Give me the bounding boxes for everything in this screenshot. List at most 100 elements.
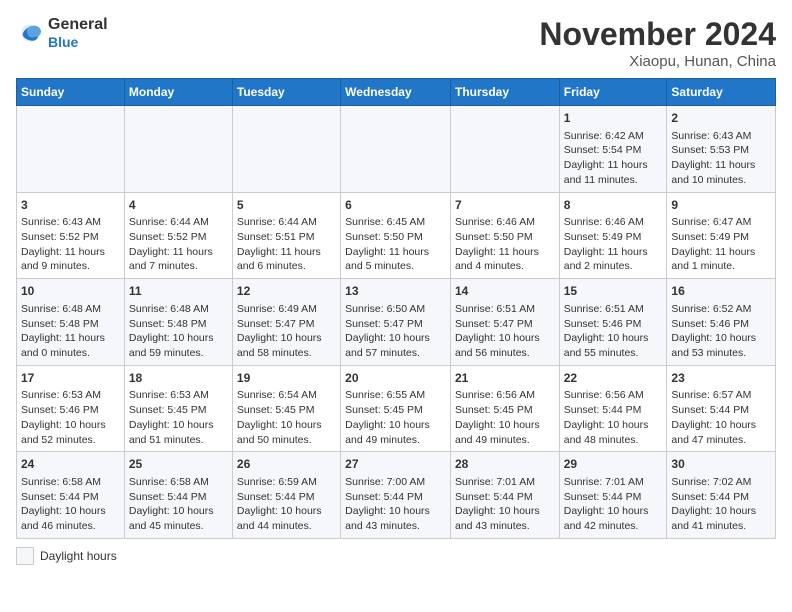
day-number: 21 bbox=[455, 370, 555, 387]
day-info: Sunrise: 6:45 AM Sunset: 5:50 PM Dayligh… bbox=[345, 215, 446, 274]
calendar-cell: 4Sunrise: 6:44 AM Sunset: 5:52 PM Daylig… bbox=[124, 192, 232, 279]
title-block: November 2024 Xiaopu, Hunan, China bbox=[539, 16, 776, 70]
day-info: Sunrise: 6:47 AM Sunset: 5:49 PM Dayligh… bbox=[671, 215, 771, 274]
calendar-cell: 6Sunrise: 6:45 AM Sunset: 5:50 PM Daylig… bbox=[341, 192, 451, 279]
day-number: 22 bbox=[564, 370, 663, 387]
calendar-cell: 21Sunrise: 6:56 AM Sunset: 5:45 PM Dayli… bbox=[450, 365, 559, 452]
calendar-cell: 28 Sunrise: 7:01 AM Sunset: 5:44 PM Dayli… bbox=[450, 452, 559, 539]
logo: General Blue bbox=[16, 16, 108, 50]
calendar-cell bbox=[124, 106, 232, 193]
day-number: 5 bbox=[237, 197, 336, 214]
day-info: Sunrise: 6:56 AM Sunset: 5:44 PM Dayligh… bbox=[564, 388, 663, 447]
calendar-cell: 19Sunrise: 6:54 AM Sunset: 5:45 PM Dayli… bbox=[232, 365, 340, 452]
calendar-cell: 23Sunrise: 6:57 AM Sunset: 5:44 PM Dayli… bbox=[667, 365, 776, 452]
calendar-cell: 12Sunrise: 6:49 AM Sunset: 5:47 PM Dayli… bbox=[232, 279, 340, 366]
day-number: 20 bbox=[345, 370, 446, 387]
day-number: 7 bbox=[455, 197, 555, 214]
calendar-cell: 27 Sunrise: 7:00 AM Sunset: 5:44 PM Dayli… bbox=[341, 452, 451, 539]
day-number: 28 bbox=[455, 456, 555, 473]
day-info: Sunrise: 7:02 AM Sunset: 5:44 PM Dayligh… bbox=[671, 475, 771, 534]
day-info: Sunrise: 7:00 AM Sunset: 5:44 PM Dayligh… bbox=[345, 475, 446, 534]
page-header: General Blue November 2024 Xiaopu, Hunan… bbox=[16, 16, 776, 70]
day-number: 30 bbox=[671, 456, 771, 473]
calendar-cell: 2 Sunrise: 6:43 AM Sunset: 5:53 PM Daylig… bbox=[667, 106, 776, 193]
legend: Daylight hours bbox=[16, 547, 776, 565]
day-number: 29 bbox=[564, 456, 663, 473]
calendar-cell: 9Sunrise: 6:47 AM Sunset: 5:49 PM Daylig… bbox=[667, 192, 776, 279]
page-subtitle: Xiaopu, Hunan, China bbox=[539, 53, 776, 70]
day-info: Sunrise: 6:48 AM Sunset: 5:48 PM Dayligh… bbox=[21, 302, 120, 361]
column-header-wednesday: Wednesday bbox=[341, 79, 451, 106]
calendar-cell: 17Sunrise: 6:53 AM Sunset: 5:46 PM Dayli… bbox=[17, 365, 125, 452]
column-header-tuesday: Tuesday bbox=[232, 79, 340, 106]
day-info: Sunrise: 6:50 AM Sunset: 5:47 PM Dayligh… bbox=[345, 302, 446, 361]
day-number: 11 bbox=[129, 283, 228, 300]
day-number: 3 bbox=[21, 197, 120, 214]
day-info: Sunrise: 6:42 AM Sunset: 5:54 PM Dayligh… bbox=[564, 129, 663, 188]
day-number: 16 bbox=[671, 283, 771, 300]
column-header-sunday: Sunday bbox=[17, 79, 125, 106]
day-info: Sunrise: 6:58 AM Sunset: 5:44 PM Dayligh… bbox=[21, 475, 120, 534]
day-info: Sunrise: 6:55 AM Sunset: 5:45 PM Dayligh… bbox=[345, 388, 446, 447]
day-info: Sunrise: 6:51 AM Sunset: 5:47 PM Dayligh… bbox=[455, 302, 555, 361]
day-info: Sunrise: 6:56 AM Sunset: 5:45 PM Dayligh… bbox=[455, 388, 555, 447]
day-number: 4 bbox=[129, 197, 228, 214]
day-info: Sunrise: 6:43 AM Sunset: 5:53 PM Dayligh… bbox=[671, 129, 771, 188]
legend-box bbox=[16, 547, 34, 565]
calendar-week-1: 1Sunrise: 6:42 AM Sunset: 5:54 PM Daylig… bbox=[17, 106, 776, 193]
logo-icon bbox=[16, 19, 44, 47]
day-info: Sunrise: 6:46 AM Sunset: 5:50 PM Dayligh… bbox=[455, 215, 555, 274]
calendar-cell: 16 Sunrise: 6:52 AM Sunset: 5:46 PM Dayli… bbox=[667, 279, 776, 366]
calendar-header: SundayMondayTuesdayWednesdayThursdayFrid… bbox=[17, 79, 776, 106]
calendar-week-5: 24 Sunrise: 6:58 AM Sunset: 5:44 PM Dayli… bbox=[17, 452, 776, 539]
day-number: 9 bbox=[671, 197, 771, 214]
day-info: Sunrise: 7:01 AM Sunset: 5:44 PM Dayligh… bbox=[564, 475, 663, 534]
day-number: 2 bbox=[671, 110, 771, 127]
day-number: 18 bbox=[129, 370, 228, 387]
day-number: 25 bbox=[129, 456, 228, 473]
column-header-friday: Friday bbox=[559, 79, 667, 106]
calendar-cell: 18Sunrise: 6:53 AM Sunset: 5:45 PM Dayli… bbox=[124, 365, 232, 452]
day-number: 13 bbox=[345, 283, 446, 300]
day-info: Sunrise: 6:44 AM Sunset: 5:51 PM Dayligh… bbox=[237, 215, 336, 274]
day-info: Sunrise: 6:58 AM Sunset: 5:44 PM Dayligh… bbox=[129, 475, 228, 534]
logo-text: General Blue bbox=[48, 16, 108, 50]
day-number: 6 bbox=[345, 197, 446, 214]
day-number: 14 bbox=[455, 283, 555, 300]
day-number: 10 bbox=[21, 283, 120, 300]
calendar-week-4: 17Sunrise: 6:53 AM Sunset: 5:46 PM Dayli… bbox=[17, 365, 776, 452]
calendar-week-3: 10 Sunrise: 6:48 AM Sunset: 5:48 PM Dayli… bbox=[17, 279, 776, 366]
day-info: Sunrise: 6:54 AM Sunset: 5:45 PM Dayligh… bbox=[237, 388, 336, 447]
calendar-cell: 14 Sunrise: 6:51 AM Sunset: 5:47 PM Dayli… bbox=[450, 279, 559, 366]
calendar-cell bbox=[341, 106, 451, 193]
calendar-cell: 22Sunrise: 6:56 AM Sunset: 5:44 PM Dayli… bbox=[559, 365, 667, 452]
day-number: 17 bbox=[21, 370, 120, 387]
calendar-cell: 10 Sunrise: 6:48 AM Sunset: 5:48 PM Dayli… bbox=[17, 279, 125, 366]
day-info: Sunrise: 6:48 AM Sunset: 5:48 PM Dayligh… bbox=[129, 302, 228, 361]
day-info: Sunrise: 6:51 AM Sunset: 5:46 PM Dayligh… bbox=[564, 302, 663, 361]
calendar-cell: 25 Sunrise: 6:58 AM Sunset: 5:44 PM Dayli… bbox=[124, 452, 232, 539]
column-header-saturday: Saturday bbox=[667, 79, 776, 106]
day-number: 26 bbox=[237, 456, 336, 473]
calendar-cell: 20Sunrise: 6:55 AM Sunset: 5:45 PM Dayli… bbox=[341, 365, 451, 452]
page-title: November 2024 bbox=[539, 16, 776, 53]
day-info: Sunrise: 7:01 AM Sunset: 5:44 PM Dayligh… bbox=[455, 475, 555, 534]
day-info: Sunrise: 6:53 AM Sunset: 5:45 PM Dayligh… bbox=[129, 388, 228, 447]
day-info: Sunrise: 6:49 AM Sunset: 5:47 PM Dayligh… bbox=[237, 302, 336, 361]
day-info: Sunrise: 6:43 AM Sunset: 5:52 PM Dayligh… bbox=[21, 215, 120, 274]
legend-label: Daylight hours bbox=[40, 549, 117, 563]
calendar-cell bbox=[450, 106, 559, 193]
calendar-table: SundayMondayTuesdayWednesdayThursdayFrid… bbox=[16, 78, 776, 539]
day-number: 24 bbox=[21, 456, 120, 473]
day-number: 27 bbox=[345, 456, 446, 473]
day-info: Sunrise: 6:59 AM Sunset: 5:44 PM Dayligh… bbox=[237, 475, 336, 534]
day-info: Sunrise: 6:44 AM Sunset: 5:52 PM Dayligh… bbox=[129, 215, 228, 274]
calendar-cell: 13 Sunrise: 6:50 AM Sunset: 5:47 PM Dayli… bbox=[341, 279, 451, 366]
calendar-cell: 5Sunrise: 6:44 AM Sunset: 5:51 PM Daylig… bbox=[232, 192, 340, 279]
day-number: 15 bbox=[564, 283, 663, 300]
calendar-cell bbox=[17, 106, 125, 193]
day-number: 19 bbox=[237, 370, 336, 387]
day-info: Sunrise: 6:52 AM Sunset: 5:46 PM Dayligh… bbox=[671, 302, 771, 361]
calendar-cell: 26 Sunrise: 6:59 AM Sunset: 5:44 PM Dayli… bbox=[232, 452, 340, 539]
day-info: Sunrise: 6:53 AM Sunset: 5:46 PM Dayligh… bbox=[21, 388, 120, 447]
